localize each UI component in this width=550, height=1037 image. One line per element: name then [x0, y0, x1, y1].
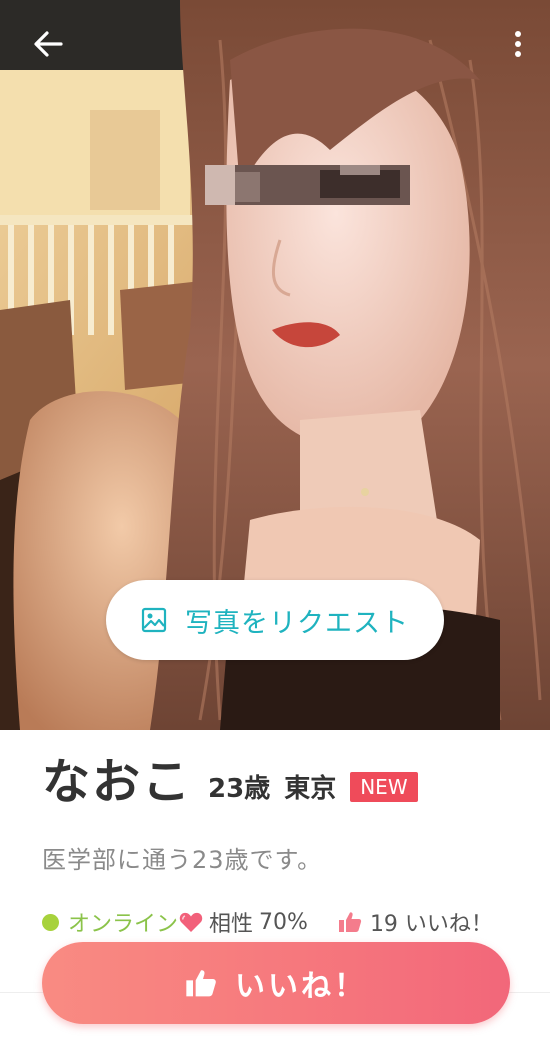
- online-status-icon: [42, 913, 59, 931]
- back-button[interactable]: [26, 22, 70, 66]
- profile-age: 23歳: [208, 774, 271, 804]
- arrow-left-icon: [33, 31, 63, 57]
- thumb-up-icon: [338, 911, 362, 933]
- profile-info: なおこ 23歳 東京 NEW 医学部に通う23歳です。 オンライン 相性 70%: [0, 730, 550, 1037]
- online-label: オンライン: [68, 912, 179, 937]
- new-badge: NEW: [350, 772, 418, 802]
- profile-photo[interactable]: 写真をリクエスト: [0, 0, 550, 730]
- like-button-label: いいね！: [235, 969, 367, 1004]
- profile-screen: 写真をリクエスト なおこ 23歳 東京 NEW 医学部に通う23歳です。 オンラ…: [0, 0, 550, 1037]
- compatibility-label: 相性: [209, 912, 254, 937]
- name-row: なおこ 23歳 東京 NEW: [42, 758, 418, 806]
- profile-bio: 医学部に通う23歳です。: [42, 846, 323, 874]
- profile-city: 東京: [284, 774, 337, 804]
- like-button[interactable]: いいね！: [42, 942, 510, 1024]
- thumb-up-icon: [185, 968, 217, 998]
- heart-icon: [179, 911, 203, 933]
- image-icon: [141, 607, 167, 633]
- more-options-button[interactable]: [506, 22, 530, 66]
- more-vertical-icon: [514, 30, 522, 58]
- request-photo-label: 写真をリクエスト: [185, 607, 409, 639]
- request-photo-button[interactable]: 写真をリクエスト: [106, 580, 444, 660]
- likes-text: 19 いいね！: [369, 912, 493, 937]
- status-row: オンライン 相性 70% 19 いいね！: [42, 906, 512, 938]
- compatibility-value: 70%: [259, 909, 308, 935]
- likes-count: 19 いいね！: [338, 906, 493, 938]
- top-bar: [0, 0, 550, 90]
- profile-name: なおこ: [42, 754, 193, 810]
